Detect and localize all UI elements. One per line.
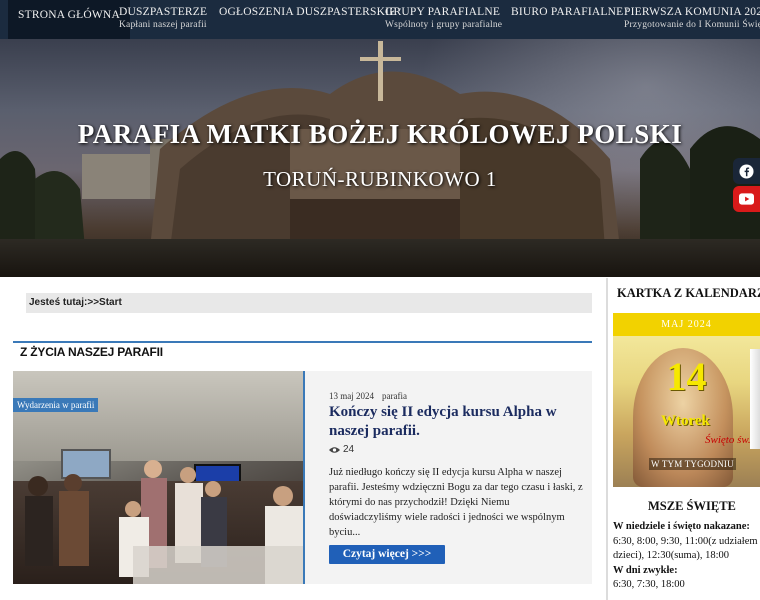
- eye-icon: [329, 446, 340, 453]
- nav-label: OGŁOSZENIA DUSZPASTERSKIE: [219, 6, 397, 18]
- hero-ground: [0, 239, 760, 277]
- nav-sublabel: Przygotowanie do I Komunii Świętej: [624, 20, 760, 30]
- nav-item-home[interactable]: STRONA GŁÓWNA: [8, 0, 130, 39]
- facebook-link[interactable]: [733, 158, 760, 184]
- nav-sublabel: Kapłani naszej parafii: [119, 20, 207, 30]
- article-title-link[interactable]: Kończy się II edycja kursu Alpha w nasze…: [329, 403, 584, 441]
- site-subtitle: TORUŃ-RUBINKOWO 1: [263, 167, 497, 191]
- youtube-icon: [739, 193, 754, 205]
- nav-item-office[interactable]: BIURO PARAFIALNE˅: [511, 0, 629, 39]
- youtube-link[interactable]: [733, 186, 760, 212]
- nav-label: BIURO PARAFIALNE: [511, 6, 624, 18]
- sidebar-divider: [606, 278, 608, 600]
- calendar-feast: Święto św.: [705, 434, 751, 446]
- nav-label: PIERWSZA KOMUNIA 2024: [624, 6, 760, 18]
- masses-heading: MSZE ŚWIĘTE: [648, 499, 736, 513]
- calendar-weekday: Wtorek: [661, 413, 710, 429]
- nav-item-first-communion[interactable]: PIERWSZA KOMUNIA 2024 Przygotowanie do I…: [624, 0, 760, 39]
- weekday-label: W dni zwykłe:: [613, 564, 678, 576]
- article-date: 13 maj 2024: [329, 391, 374, 401]
- section-title: Z ŻYCIA NASZEJ PARAFII: [20, 345, 163, 359]
- nav-item-priests[interactable]: DUSZPASTERZE Kapłani naszej parafii: [119, 0, 207, 39]
- breadcrumb: Jesteś tutaj:>>Start: [26, 293, 592, 313]
- view-count: 24: [343, 444, 355, 455]
- nav-label: STRONA GŁÓWNA: [18, 9, 120, 21]
- facebook-icon: [739, 163, 754, 179]
- masses-schedule: W niedziele i święto nakazane: 6:30, 8:0…: [613, 520, 760, 593]
- read-more-button[interactable]: Czytaj więcej >>>: [329, 545, 445, 564]
- calendar-day: 14: [666, 354, 707, 399]
- article-meta: 13 maj 2024 parafia: [329, 391, 407, 401]
- nav-item-announcements[interactable]: OGŁOSZENIA DUSZPASTERSKIE˅: [219, 0, 402, 39]
- nav-sublabel: Wspólnoty i grupy parafialne: [385, 20, 503, 30]
- article-author: parafia: [382, 391, 407, 401]
- nav-label: DUSZPASTERZE: [119, 6, 208, 18]
- photo-table: [133, 546, 303, 584]
- calendar-week-link[interactable]: W TYM TYGODNIU: [649, 458, 736, 470]
- calendar-heading: KARTKA Z KALENDARZA: [617, 286, 760, 300]
- calendar-month: MAJ 2024: [613, 313, 760, 336]
- main-nav: STRONA GŁÓWNA DUSZPASTERZE Kapłani nasze…: [0, 0, 760, 39]
- calendar-card[interactable]: MAJ 2024 14 Wtorek Święto św. W TYM TYGO…: [613, 313, 760, 487]
- nav-item-groups[interactable]: GRUPY PARAFIALNE Wspólnoty i grupy paraf…: [385, 0, 502, 39]
- article-excerpt: Już niedługo kończy się II edycja kursu …: [329, 467, 583, 538]
- article-views: 24: [329, 444, 354, 455]
- category-badge[interactable]: Wydarzenia w parafii: [13, 398, 99, 412]
- site-title: PARAFIA MATKI BOŻEJ KRÓLOWEJ POLSKI: [77, 119, 683, 149]
- nav-label: GRUPY PARAFIALNE: [385, 6, 501, 18]
- sunday-times: 6:30, 8:00, 9:30, 11:00(z udziałem dziec…: [613, 535, 758, 562]
- sunday-label: W niedziele i święto nakazane:: [613, 521, 750, 532]
- section-divider: [13, 341, 592, 343]
- weekday-times: 6:30, 7:30, 18:00: [613, 579, 685, 590]
- hero-banner: PARAFIA MATKI BOŻEJ KRÓLOWEJ POLSKI TORU…: [0, 39, 760, 277]
